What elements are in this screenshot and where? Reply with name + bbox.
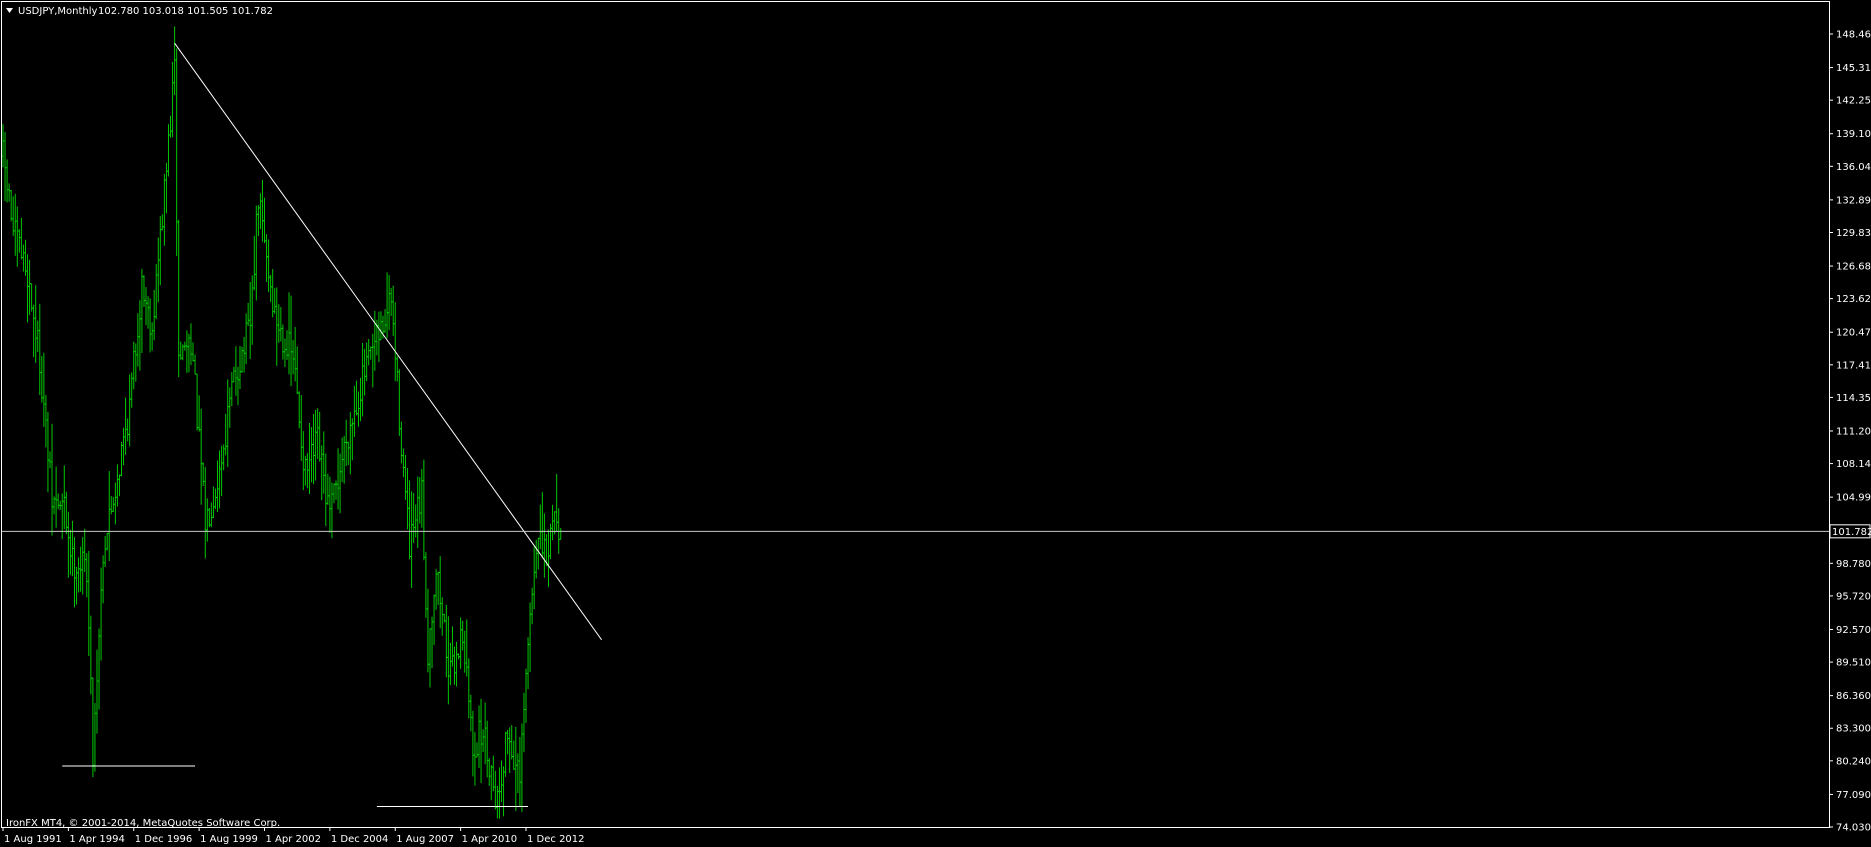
- time-tick-label: 1 Aug 2007: [396, 834, 454, 845]
- time-tick-label: 1 Dec 1996: [135, 834, 193, 845]
- time-tick-label: 1 Apr 1994: [69, 834, 124, 845]
- time-tick-label: 1 Aug 1991: [4, 834, 62, 845]
- chart: 148.460 145.310 142.250 139.100 136.040 132.8…: [0, 0, 1871, 847]
- price-tick-label: 126.680: [1836, 262, 1871, 273]
- price-tick-label: 74.030: [1836, 823, 1871, 834]
- price-tick-label: 108.140: [1836, 459, 1871, 470]
- symbol-label: USDJPY,Monthly: [18, 6, 98, 17]
- price-tick-label: 95.720: [1836, 591, 1871, 602]
- price-tick-label: 139.100: [1836, 129, 1871, 140]
- price-tick-label: 148.460: [1836, 30, 1871, 41]
- price-tick-label: 83.300: [1836, 724, 1871, 735]
- price-tick-label: 136.040: [1836, 162, 1871, 173]
- current-price-label: 101.782: [1829, 524, 1871, 539]
- price-tick-label: 98.780: [1836, 559, 1871, 570]
- time-tick-label: 1 Dec 2004: [331, 834, 389, 845]
- price-tick-label: 132.890: [1836, 195, 1871, 206]
- time-tick-label: 1 Apr 2002: [266, 834, 321, 845]
- price-tick-label: 123.620: [1836, 294, 1871, 305]
- price-tick-label: 92.570: [1836, 625, 1871, 636]
- chart-background: [0, 0, 1871, 847]
- time-tick-label: 1 Apr 2010: [462, 834, 517, 845]
- price-tick-label: 145.310: [1836, 63, 1871, 74]
- price-tick-label: 111.200: [1836, 426, 1871, 437]
- time-tick-label: 1 Dec 2012: [527, 834, 585, 845]
- price-tick-label: 142.250: [1836, 96, 1871, 107]
- copyright-text: IronFX MT4, © 2001-2014, MetaQuotes Soft…: [6, 818, 280, 829]
- price-tick-label: 104.990: [1836, 493, 1871, 504]
- price-tick-label: 114.350: [1836, 393, 1871, 404]
- price-tick-label: 120.470: [1836, 328, 1871, 339]
- price-tick-label: 86.360: [1836, 691, 1871, 702]
- price-tick-label: 77.090: [1836, 790, 1871, 801]
- price-tick-label: 117.410: [1836, 360, 1871, 371]
- price-tick-label: 89.510: [1836, 658, 1871, 669]
- price-tick-label: 129.830: [1836, 228, 1871, 239]
- time-tick-label: 1 Aug 1999: [200, 834, 258, 845]
- price-tick-label: 80.240: [1836, 756, 1871, 767]
- ohlc-label: 102.780 103.018 101.505 101.782: [98, 6, 273, 17]
- current-price-text: 101.782: [1832, 527, 1871, 538]
